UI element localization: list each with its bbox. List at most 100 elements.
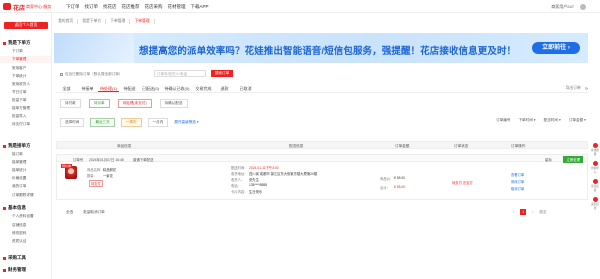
tab-cancelled[interactable]: 已取消: [235, 84, 256, 92]
sidebar-item[interactable]: 资质认证: [12, 239, 26, 244]
order-state[interactable]: 待支付 去支付: [452, 180, 473, 185]
sort-item[interactable]: 订单编号: [496, 118, 510, 123]
next-page[interactable]: ›: [532, 210, 533, 214]
batch-actions: 全选 批量取消订单: [66, 210, 105, 215]
sidebar-item[interactable]: 常用客户: [12, 66, 26, 71]
phone-value: 138****8888: [249, 183, 267, 187]
back-home-button[interactable]: 返回个人首页: [4, 22, 48, 29]
tab-refund[interactable]: 退款: [214, 84, 235, 92]
qty-label: 数量：: [87, 174, 97, 178]
advanced-filter-link[interactable]: 展开高级筛选 ▾: [174, 120, 198, 125]
tab-pending-ship[interactable]: 待配送: [119, 84, 140, 92]
sidebar-item[interactable]: 下单统计: [12, 74, 26, 79]
topnav-item[interactable]: 花店采购: [145, 4, 163, 10]
time-label: 选择时间: [60, 118, 85, 127]
sidebar-item[interactable]: 下订单: [12, 49, 23, 54]
prev-page[interactable]: ‹: [513, 210, 514, 214]
top-right: 商家用户247: [551, 4, 586, 10]
promo-banner[interactable]: 想提高您的派单效率吗？花娃推出智能语音/短信包服务，强提醒！花店接收信息更及时！…: [54, 33, 588, 63]
feedback[interactable]: 意见反馈: [590, 179, 600, 192]
product-name: 精品鲜花: [103, 168, 117, 172]
table-header: 商品信息 配送信息 订单金额 订单状态 订单操作: [56, 141, 588, 149]
breadcrumb-item[interactable]: 下单管理: [110, 19, 131, 24]
tab-confirm-received[interactable]: 待确认已收(0): [161, 84, 193, 92]
banner-go-button[interactable]: 立即前往 ›: [532, 42, 580, 54]
sidebar-item[interactable]: 待支付订单: [12, 122, 30, 127]
username[interactable]: 商家用户247: [551, 4, 574, 10]
topnav-item[interactable]: 找花店: [103, 4, 117, 10]
sidebar-item[interactable]: 常用收货人: [12, 82, 30, 87]
sort-item[interactable]: 配送时间 ▾: [544, 118, 561, 123]
time-btn[interactable]: 最近三天: [90, 118, 115, 127]
op-view[interactable]: 查看订单: [511, 172, 524, 177]
sidebar-item[interactable]: 批量下单: [12, 98, 26, 103]
sidebar-group[interactable]: 采购工具: [3, 255, 26, 261]
subfilter-item[interactable]: 待派单: [88, 99, 110, 108]
sidebar-item[interactable]: 接单方管理: [12, 106, 30, 111]
page-current[interactable]: 1: [520, 209, 527, 215]
tab-shipped[interactable]: 已配送(0): [140, 84, 161, 92]
tab-pending-accept[interactable]: 待接单: [77, 84, 98, 92]
brand-sub[interactable]: 商家中心·服务: [26, 4, 51, 10]
sidebar-item[interactable]: 价格设置: [12, 176, 26, 181]
breadcrumb: 我的首页 我是下单方 下单管理 下单管理: [58, 19, 155, 24]
include-deleted-checkbox[interactable]: 包含已删除订单（默认搜全部订单）: [60, 72, 123, 77]
sidebar-group[interactable]: 我是接单方: [3, 143, 31, 149]
sort-item[interactable]: 订单金额 ▾: [569, 118, 586, 123]
search-input[interactable]: 订单号/收货人/电话: [154, 70, 206, 77]
sidebar-item[interactable]: 批量导入: [12, 114, 26, 119]
breadcrumb-item[interactable]: 我是下单方: [82, 19, 107, 24]
avatar[interactable]: [580, 4, 586, 10]
sidebar-group[interactable]: 财务管理: [3, 267, 26, 273]
select-all[interactable]: 全选: [66, 210, 73, 215]
topnav-item[interactable]: 花材管理: [168, 4, 186, 10]
batch-cancel-button[interactable]: 批量取消订单: [83, 210, 105, 215]
time-filter: 选择时间 最近三天 一周内 一月内 展开高级筛选 ▾: [60, 118, 199, 127]
export-button[interactable]: 导出订单: [566, 86, 581, 91]
subfilter-item[interactable]: 待处理(未支付): [117, 99, 152, 108]
sidebar: 返回个人首页 我是下单方 下订单 下单管理 常用客户 下单统计 常用收货人 节日…: [0, 13, 52, 279]
sidebar-group[interactable]: 基本信息: [3, 205, 26, 211]
goto-label: 跳至: [539, 209, 547, 214]
sidebar-item[interactable]: 接单管理: [12, 160, 26, 165]
sidebar-item[interactable]: 接订单: [12, 152, 23, 157]
tab-all[interactable]: 全部: [56, 84, 77, 92]
order-row-header: 订单号 2024年01月07日 16:48 普通下单配送 星标 立即处理: [56, 154, 588, 163]
search-button[interactable]: 搜索订单: [211, 70, 233, 77]
back-to-top[interactable]: 返回顶部: [590, 197, 600, 210]
sidebar-item[interactable]: 接单统计: [12, 168, 26, 173]
tab-completed[interactable]: 交易完成: [193, 84, 214, 92]
tab-pending-process[interactable]: 待处理(1): [98, 84, 119, 92]
card-value: 生日快乐: [249, 190, 263, 194]
sidebar-item[interactable]: 我的订单: [12, 184, 26, 189]
sidebar-item-active[interactable]: 下单管理: [12, 57, 26, 62]
refresh-icon[interactable]: ⟳: [585, 86, 588, 91]
topnav-item[interactable]: 找订单: [85, 4, 99, 10]
op-edit[interactable]: 修改订单: [511, 179, 524, 184]
time-btn[interactable]: 一周内: [120, 118, 142, 127]
sidebar-item[interactable]: 节日订单: [12, 90, 26, 95]
receiver-label: 收货人：: [231, 178, 245, 182]
time-btn[interactable]: 一月内: [147, 118, 169, 127]
topnav-item[interactable]: 下载APP: [191, 4, 209, 10]
subfilter-item[interactable]: 待付款: [60, 99, 81, 108]
breadcrumb-item[interactable]: 我的首页: [58, 19, 79, 24]
help-center[interactable]: 帮助中心: [590, 161, 600, 174]
topnav-item[interactable]: 下订单: [66, 4, 80, 10]
op-cancel[interactable]: 取消订单: [511, 186, 524, 191]
online-service[interactable]: 在线客服: [590, 143, 600, 156]
sidebar-item[interactable]: 修改密码: [12, 231, 26, 236]
th-amount: 订单金额: [395, 144, 410, 148]
topnav-item[interactable]: 花店推荐: [122, 4, 140, 10]
sort-item[interactable]: 下单时间 ▾: [518, 118, 535, 123]
top-nav: 下订单 找订单 找花店 花店推荐 花店采购 花材管理 下载APP: [66, 4, 209, 10]
subfilter-item[interactable]: 待确认配送: [159, 99, 188, 108]
sort-options: 订单编号 下单时间 ▾ 配送时间 ▾ 订单金额 ▾: [496, 118, 586, 123]
sidebar-item[interactable]: 店铺信息: [12, 223, 26, 228]
order-tabs: 全部 待接单 待处理(1) 待配送 已配送(0) 待确认已收(0) 交易完成 退…: [56, 84, 588, 93]
sidebar-group[interactable]: 我是下单方: [3, 40, 31, 46]
checkbox-icon[interactable]: [60, 73, 63, 76]
banner-illustration: [54, 33, 134, 63]
sidebar-item[interactable]: 订单跟踪详情: [12, 193, 34, 198]
sidebar-item[interactable]: 个人资料设置: [12, 214, 34, 219]
